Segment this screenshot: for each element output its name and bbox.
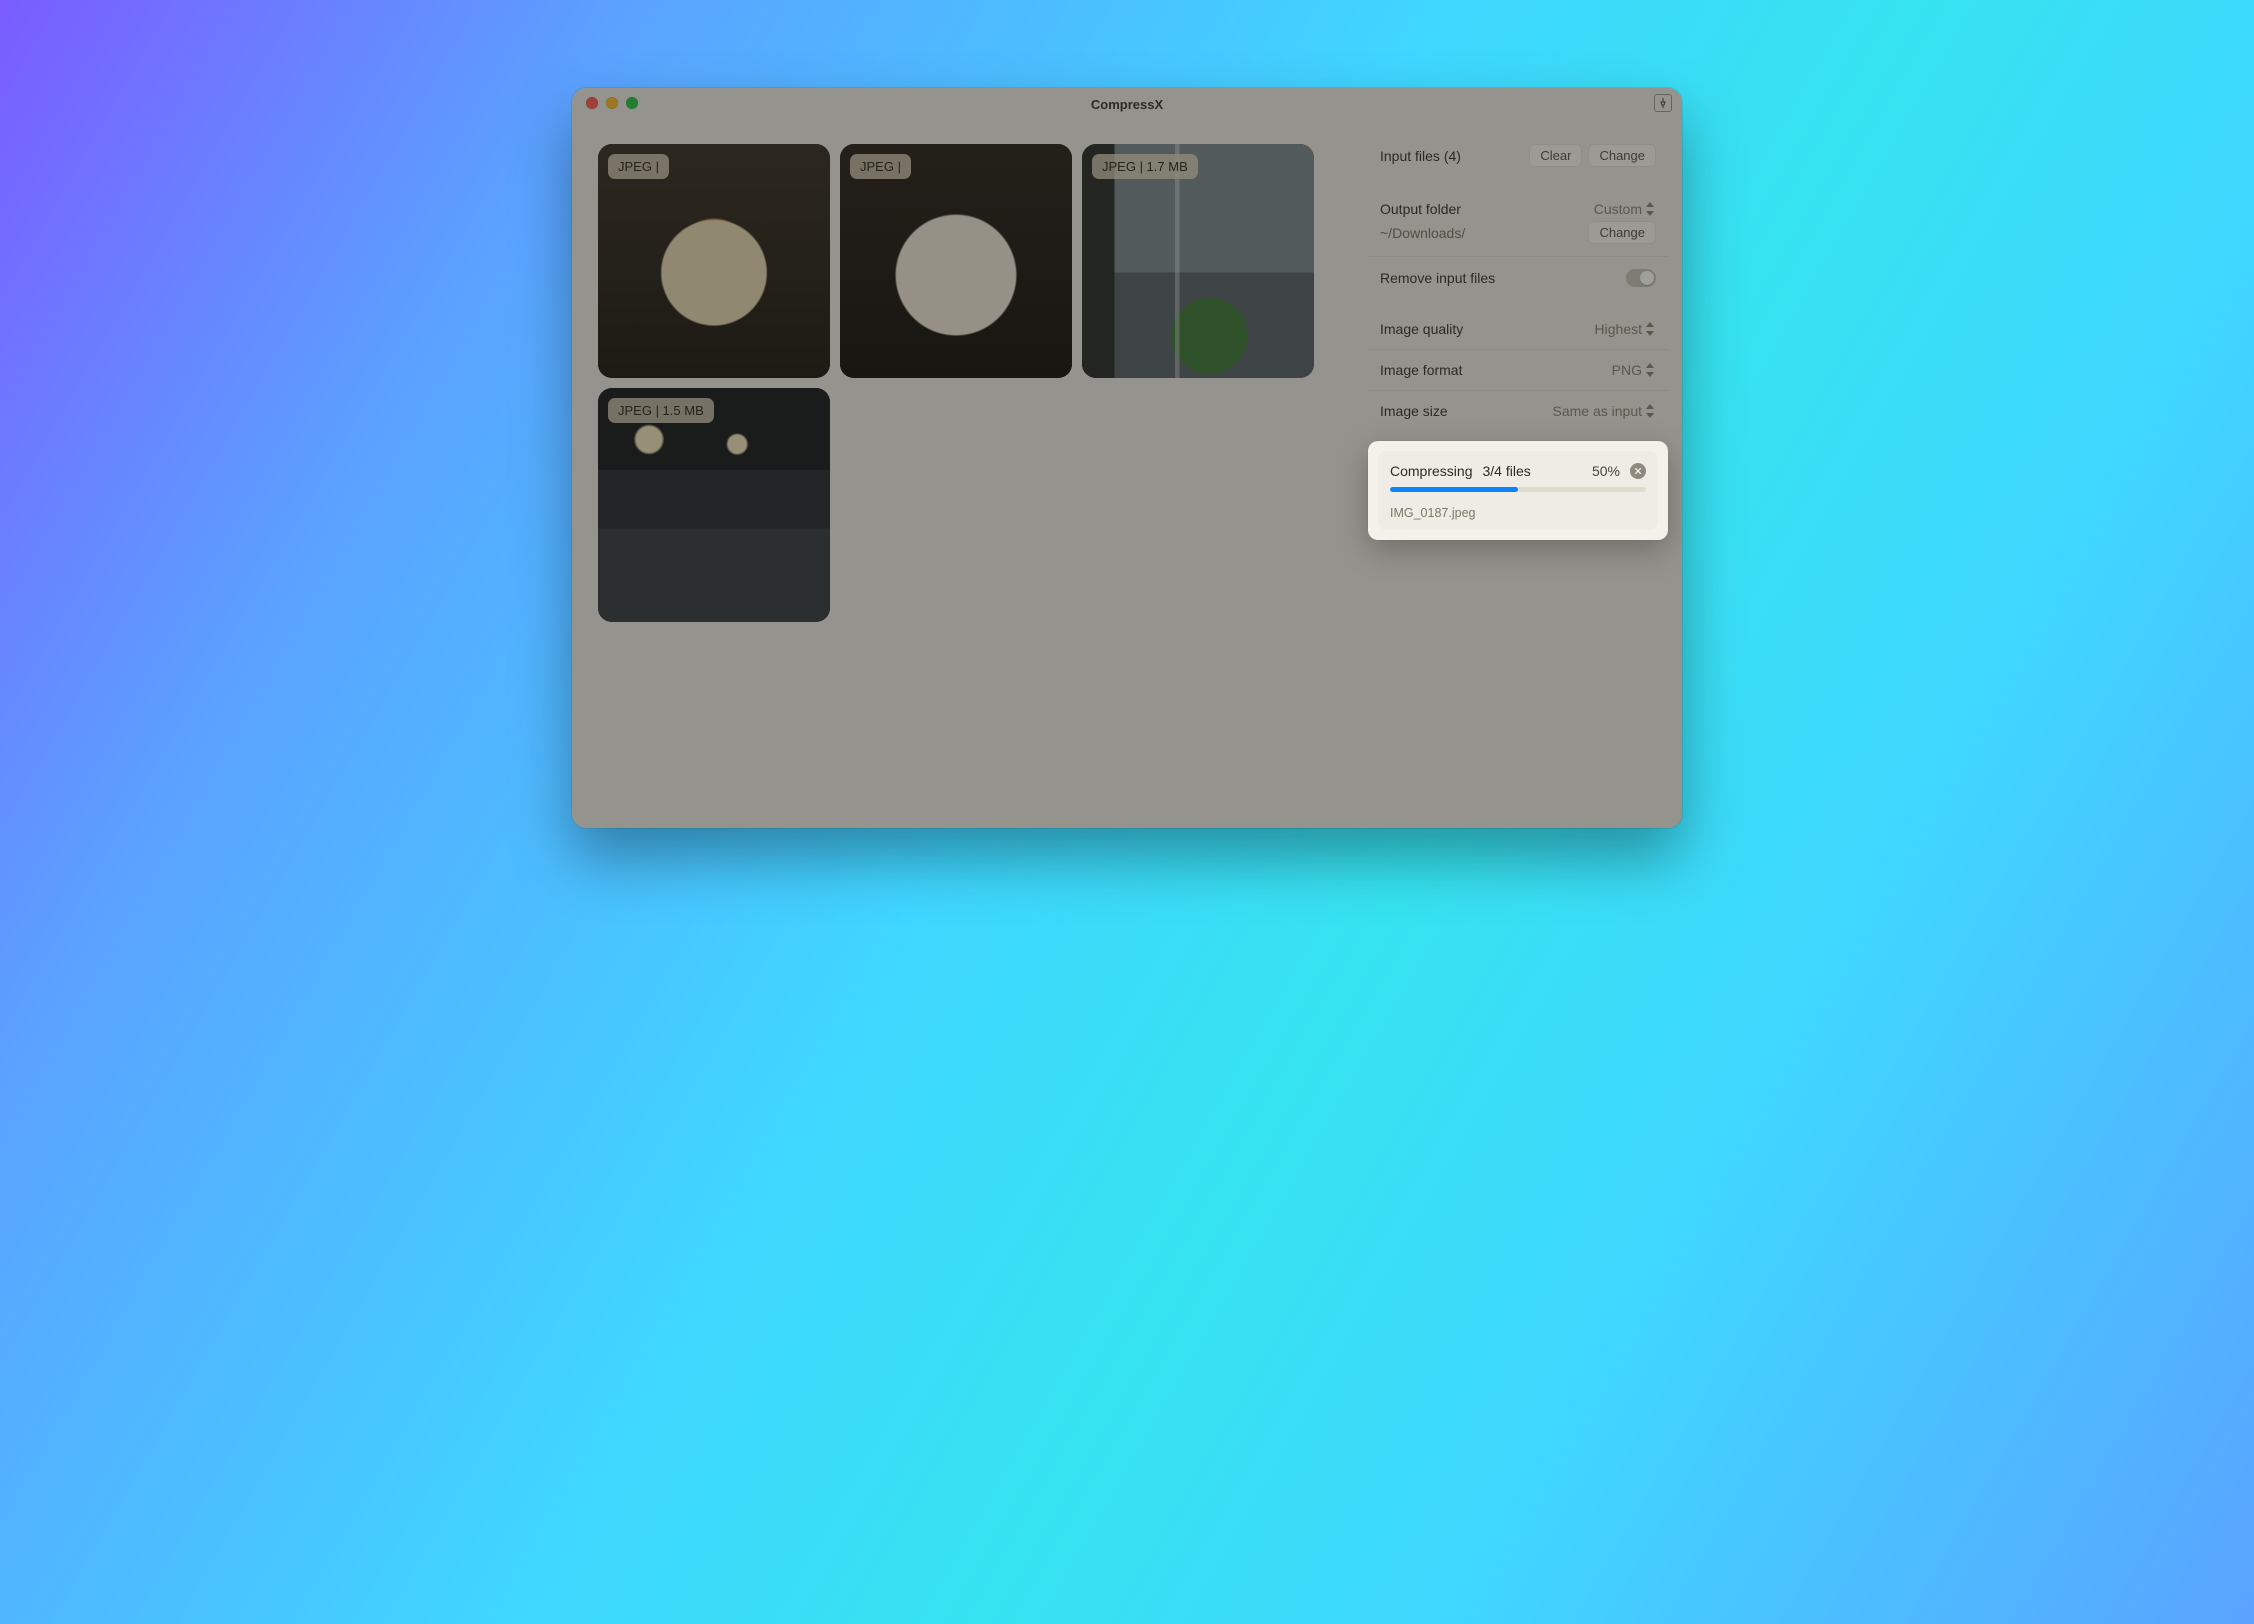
change-input-button[interactable]: Change	[1588, 144, 1656, 167]
compression-progress-panel: Compressing 3/4 files 50% IMG_0187	[1368, 441, 1668, 540]
titlebar: CompressX	[572, 88, 1682, 118]
thumbnail-item[interactable]: JPEG | 1.7 MB	[1082, 144, 1314, 378]
progress-count-label: 3/4 files	[1482, 463, 1530, 479]
thumbnail-image	[840, 144, 1072, 378]
settings-sidebar: Input files (4) Clear Change Output fold…	[1368, 132, 1668, 814]
image-settings-panel: Image quality Highest Image format PNG I…	[1368, 309, 1668, 431]
thumbnail-item[interactable]: JPEG |	[598, 144, 830, 378]
progress-percent-label: 50%	[1592, 463, 1620, 479]
input-files-row: Input files (4) Clear Change	[1368, 132, 1668, 179]
image-size-label: Image size	[1380, 403, 1448, 419]
chevron-up-down-icon	[1646, 322, 1656, 336]
content-area: JPEG | JPEG | JPEG | 1.7 MB JPEG | 1.5 M…	[572, 118, 1682, 828]
change-output-button[interactable]: Change	[1588, 221, 1656, 244]
file-badge: JPEG | 1.5 MB	[608, 398, 714, 423]
minimize-window-button[interactable]	[606, 97, 618, 109]
progress-status-label: Compressing	[1390, 463, 1472, 479]
thumbnail-item[interactable]: JPEG | 1.5 MB	[598, 388, 830, 622]
image-quality-label: Image quality	[1380, 321, 1463, 337]
window-title: CompressX	[1091, 97, 1163, 112]
output-folder-mode-select[interactable]: Custom	[1594, 201, 1656, 217]
pin-icon	[1657, 97, 1669, 109]
thumbnail-image	[598, 388, 830, 622]
remove-input-label: Remove input files	[1380, 270, 1495, 286]
image-size-row: Image size Same as input	[1368, 390, 1668, 431]
chevron-up-down-icon	[1646, 363, 1656, 377]
progress-bar	[1390, 487, 1646, 492]
file-badge: JPEG |	[608, 154, 669, 179]
remove-input-row: Remove input files	[1368, 256, 1668, 299]
output-folder-mode-value: Custom	[1594, 201, 1642, 217]
output-folder-row: Output folder Custom	[1368, 189, 1668, 221]
output-folder-label: Output folder	[1380, 201, 1461, 217]
image-size-value: Same as input	[1553, 403, 1643, 419]
file-badge: JPEG | 1.7 MB	[1092, 154, 1198, 179]
chevron-up-down-icon	[1646, 202, 1656, 216]
close-icon	[1634, 467, 1642, 475]
image-format-value: PNG	[1612, 362, 1642, 378]
image-size-select[interactable]: Same as input	[1553, 403, 1657, 419]
clear-button[interactable]: Clear	[1529, 144, 1582, 167]
thumbnail-grid: JPEG | JPEG | JPEG | 1.7 MB JPEG | 1.5 M…	[586, 132, 1354, 814]
image-quality-row: Image quality Highest	[1368, 309, 1668, 349]
chevron-up-down-icon	[1646, 404, 1656, 418]
output-folder-path: ~/Downloads/	[1380, 225, 1465, 241]
file-badge: JPEG |	[850, 154, 911, 179]
progress-bar-fill	[1390, 487, 1518, 492]
image-quality-value: Highest	[1595, 321, 1642, 337]
progress-current-file: IMG_0187.jpeg	[1390, 506, 1646, 520]
remove-input-toggle[interactable]	[1626, 269, 1656, 287]
thumbnail-item[interactable]: JPEG |	[840, 144, 1072, 378]
input-files-panel: Input files (4) Clear Change	[1368, 132, 1668, 179]
thumbnail-image	[1082, 144, 1314, 378]
input-files-label: Input files (4)	[1380, 148, 1461, 164]
cancel-compression-button[interactable]	[1630, 463, 1646, 479]
fullscreen-window-button[interactable]	[626, 97, 638, 109]
image-format-label: Image format	[1380, 362, 1462, 378]
image-format-row: Image format PNG	[1368, 349, 1668, 390]
window-controls	[586, 97, 638, 109]
pin-window-button[interactable]	[1654, 94, 1672, 112]
image-quality-select[interactable]: Highest	[1595, 321, 1656, 337]
app-window: CompressX JPEG | JPEG | JPEG | 1.7 MB	[572, 88, 1682, 828]
thumbnail-image	[598, 144, 830, 378]
image-format-select[interactable]: PNG	[1612, 362, 1656, 378]
output-panel: Output folder Custom ~/Downloads/ Change…	[1368, 189, 1668, 299]
output-path-row: ~/Downloads/ Change	[1368, 221, 1668, 256]
close-window-button[interactable]	[586, 97, 598, 109]
